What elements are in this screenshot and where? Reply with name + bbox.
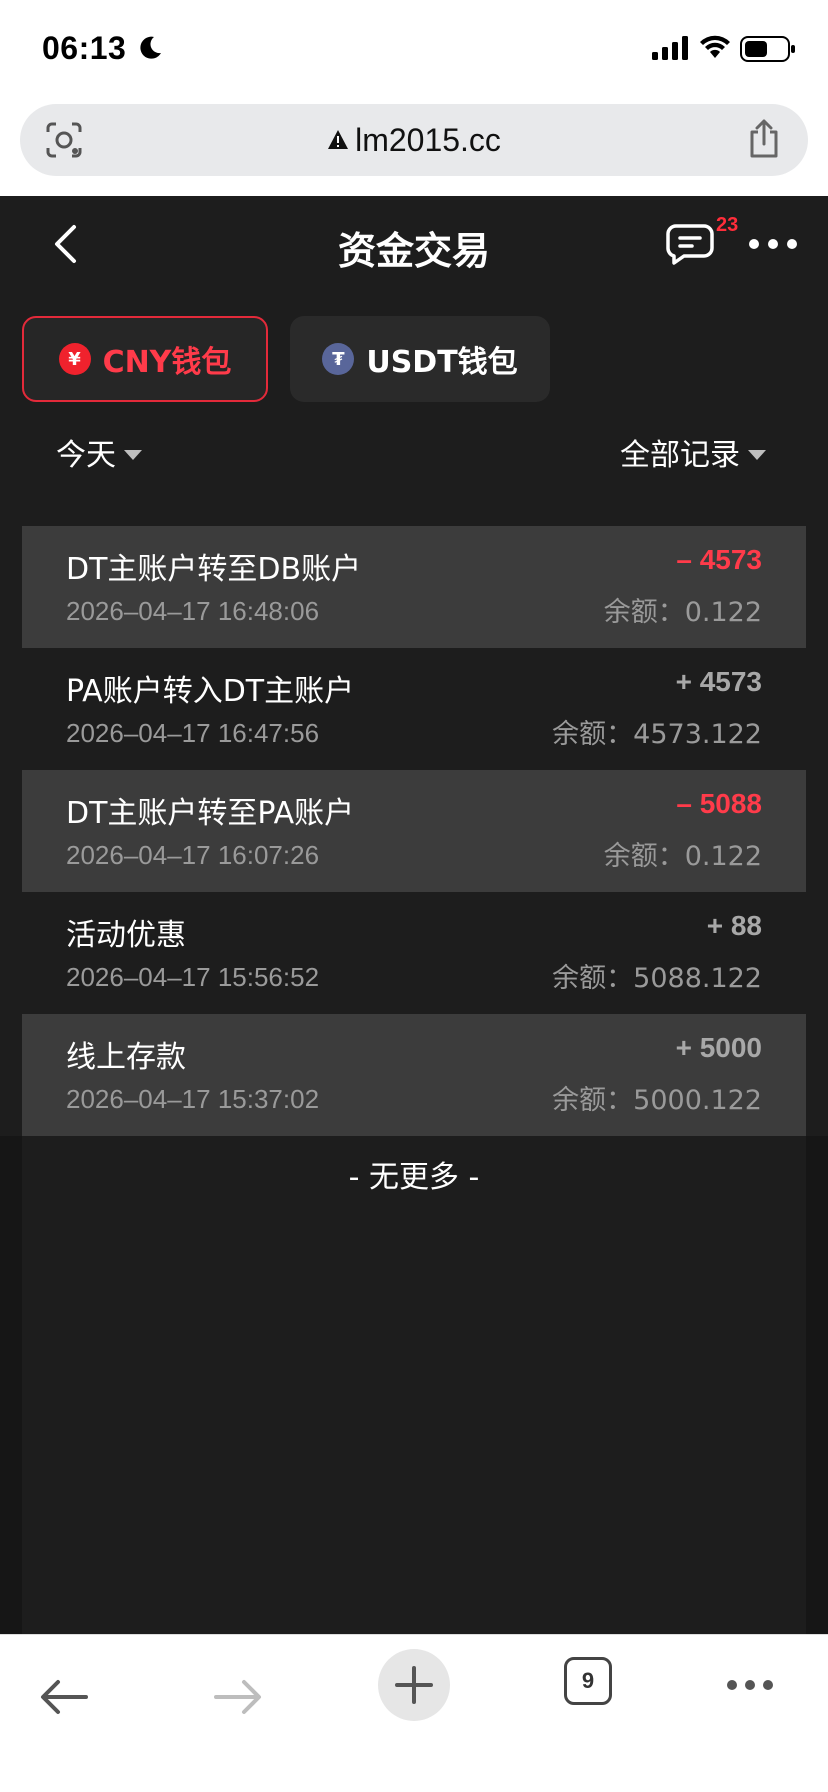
chat-icon[interactable] (666, 222, 714, 266)
moon-icon (140, 36, 161, 59)
no-more-label: - 无更多 - (348, 1160, 480, 1195)
tab-usdt-wallet[interactable]: ₮ USDT钱包 (290, 316, 550, 402)
date-filter-label: 今天 (56, 438, 116, 473)
record-amount: + 88 (706, 910, 762, 941)
list-item[interactable]: 活动优惠 2026–04–17 15:56:52 + 88 余额：5088.12… (22, 892, 806, 1014)
record-amount: – 5088 (676, 788, 762, 819)
record-time: 2026–04–17 16:47:56 (66, 718, 320, 748)
list-item[interactable]: 线上存款 2026–04–17 15:37:02 + 5000 余额：5000.… (22, 1014, 806, 1136)
record-balance: 余额：5088.122 (552, 963, 762, 994)
type-filter-label: 全部记录 (620, 438, 740, 473)
url-label: lm2015.cc (355, 122, 501, 158)
type-filter-dropdown[interactable]: 全部记录 (620, 430, 766, 474)
list-item[interactable]: DT主账户转至DB账户 2026–04–17 16:48:06 – 4573 余… (22, 526, 806, 648)
yuan-coin-icon: ¥ (58, 343, 91, 375)
record-time: 2026–04–17 16:07:26 (66, 840, 320, 870)
record-title: PA账户转入DT主账户 (66, 674, 355, 709)
record-balance: 余额：0.122 (603, 597, 762, 628)
tab-cny-label: CNY钱包 (102, 345, 232, 380)
url-bar[interactable]: lm2015.cc (20, 104, 808, 176)
more-icon[interactable] (726, 1679, 774, 1691)
record-amount: – 4573 (676, 544, 762, 575)
record-balance: 余额：0.122 (603, 841, 762, 872)
share-icon[interactable] (746, 118, 782, 160)
record-time: 2026–04–17 15:37:02 (66, 1084, 320, 1114)
battery-icon (740, 36, 795, 62)
record-amount: + 5000 (675, 1032, 762, 1063)
signal-icon (652, 36, 688, 60)
browser-toolbar: 9 (0, 1634, 828, 1792)
record-balance: 余额：5000.122 (552, 1085, 762, 1116)
left-gutter (0, 1136, 22, 1636)
plus-icon (395, 1666, 433, 1704)
new-tab-button[interactable] (378, 1649, 450, 1721)
record-title: 线上存款 (66, 1040, 186, 1075)
record-balance: 余额：4573.122 (552, 719, 762, 750)
warning-icon (328, 129, 349, 149)
chat-badge: 23 (716, 214, 739, 236)
wifi-icon (700, 35, 730, 58)
status-time: 06:13 (42, 30, 127, 66)
url-text[interactable]: lm2015.cc (20, 122, 808, 159)
list-item[interactable]: PA账户转入DT主账户 2026–04–17 16:47:56 + 4573 余… (22, 648, 806, 770)
date-filter-dropdown[interactable]: 今天 (56, 430, 142, 474)
list-item[interactable]: DT主账户转至PA账户 2026–04–17 16:07:26 – 5088 余… (22, 770, 806, 892)
browser-bar: lm2015.cc (0, 100, 828, 196)
record-title: DT主账户转至DB账户 (66, 552, 362, 587)
more-icon[interactable] (748, 238, 798, 250)
right-gutter (806, 1136, 828, 1636)
arrow-right-icon[interactable] (214, 1679, 262, 1715)
status-bar: 06:13 (0, 0, 828, 100)
record-amount: + 4573 (675, 666, 762, 697)
record-time: 2026–04–17 16:48:06 (66, 596, 320, 626)
transaction-list: DT主账户转至DB账户 2026–04–17 16:48:06 – 4573 余… (22, 526, 806, 1136)
tether-coin-icon: ₮ (322, 343, 355, 375)
tab-cny-wallet[interactable]: ¥ CNY钱包 (22, 316, 268, 402)
record-title: DT主账户转至PA账户 (66, 796, 355, 831)
caret-down-icon (748, 450, 766, 460)
tab-usdt-label: USDT钱包 (366, 345, 518, 380)
record-title: 活动优惠 (66, 918, 186, 953)
app-header: 资金交易 23 (0, 196, 828, 296)
record-time: 2026–04–17 15:56:52 (66, 962, 320, 992)
arrow-left-icon[interactable] (40, 1679, 88, 1715)
caret-down-icon (124, 450, 142, 460)
tabs-count-button[interactable]: 9 (564, 1657, 612, 1705)
